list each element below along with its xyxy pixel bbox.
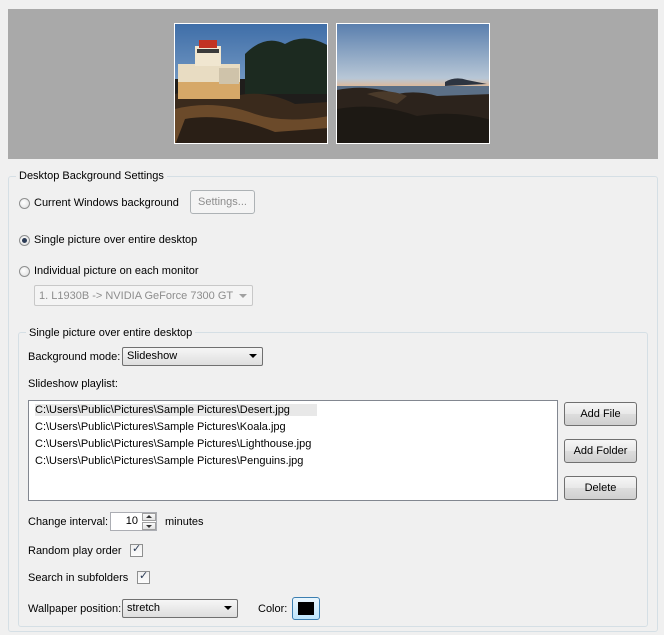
monitor-select[interactable]: 1. L1930B -> NVIDIA GeForce 7300 GT [34,285,253,306]
playlist-item[interactable]: C:\Users\Public\Pictures\Sample Pictures… [35,455,303,467]
arrow-down-icon [146,525,152,528]
add-file-button[interactable]: Add File [564,402,637,426]
lighthouse-image-right [337,24,489,143]
wallpaper-position-value: stretch [127,602,161,614]
current-windows-background-radio[interactable] [19,198,30,209]
change-interval-stepper[interactable]: 10 [110,512,157,531]
checkmark-icon: ✓ [132,543,142,555]
wallpaper-position-select[interactable]: stretch [122,599,238,618]
monitor-1-preview[interactable] [174,23,328,144]
monitor-select-value: 1. L1930B -> NVIDIA GeForce 7300 GT [39,290,234,302]
search-subfolders-label: Search in subfolders [28,572,129,584]
background-mode-select[interactable]: Slideshow [122,347,263,366]
random-play-order-label: Random play order [28,545,122,557]
background-mode-value: Slideshow [127,350,178,362]
chevron-down-icon [239,294,247,298]
monitor-2-preview[interactable] [336,23,490,144]
change-interval-label: Change interval: [28,516,109,528]
playlist-item[interactable]: C:\Users\Public\Pictures\Sample Pictures… [35,438,311,450]
color-swatch [298,602,314,615]
search-subfolders-checkbox[interactable]: ✓ [137,570,150,584]
single-picture-group-title: Single picture over entire desktop [26,327,196,339]
delete-button[interactable]: Delete [564,476,637,500]
single-picture-label[interactable]: Single picture over entire desktop [34,234,197,246]
chevron-down-icon [224,606,232,610]
slideshow-playlist[interactable]: C:\Users\Public\Pictures\Sample Pictures… [28,400,558,501]
slideshow-playlist-label: Slideshow playlist: [28,378,118,390]
monitor-preview [8,9,658,159]
settings-button[interactable]: Settings... [190,190,255,214]
spin-down-button[interactable] [142,522,156,530]
individual-picture-label[interactable]: Individual picture on each monitor [34,265,198,277]
arrow-up-icon [146,515,152,518]
color-label: Color: [258,603,288,615]
wallpaper-position-label: Wallpaper position: [28,603,122,615]
color-picker-button[interactable] [292,597,320,620]
radio-selected-dot [22,238,27,243]
spin-up-button[interactable] [142,513,156,521]
current-windows-background-label[interactable]: Current Windows background [34,197,179,209]
desktop-background-settings-title: Desktop Background Settings [16,170,167,182]
checkmark-icon: ✓ [139,570,149,582]
playlist-item[interactable]: C:\Users\Public\Pictures\Sample Pictures… [35,404,317,416]
single-picture-radio[interactable] [19,235,30,246]
background-mode-label: Background mode: [28,351,121,363]
lighthouse-image-left [175,24,327,143]
playlist-item[interactable]: C:\Users\Public\Pictures\Sample Pictures… [35,421,286,433]
add-folder-button[interactable]: Add Folder [564,439,637,463]
individual-picture-radio[interactable] [19,266,30,277]
interval-unit-label: minutes [165,516,204,528]
change-interval-value[interactable]: 10 [126,515,138,527]
random-play-order-checkbox[interactable]: ✓ [130,543,143,557]
chevron-down-icon [249,354,257,358]
